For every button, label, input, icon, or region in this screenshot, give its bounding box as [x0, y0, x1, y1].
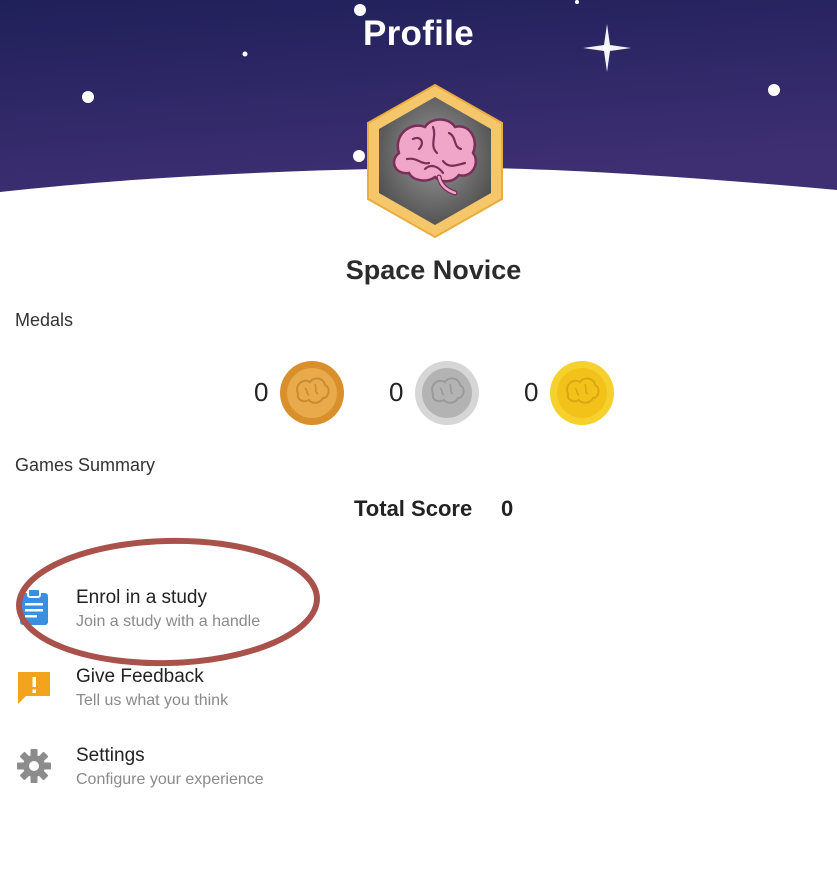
- rank-badge: [367, 83, 503, 239]
- rank-title: Space Novice: [345, 255, 522, 285]
- menu-item-subtitle: Configure your experience: [76, 771, 264, 788]
- total-score-value: 0: [501, 496, 514, 521]
- medals-label: Medals: [15, 310, 74, 330]
- bronze-medal-count: 0: [254, 377, 269, 407]
- clipboard-icon: [20, 588, 48, 625]
- gear-icon: [17, 749, 51, 783]
- page-title: Profile: [362, 14, 474, 53]
- games-summary-label: Games Summary: [15, 455, 156, 475]
- menu-item-give-feedback[interactable]: Give Feedback Tell us what you think: [0, 666, 837, 730]
- total-score-label: Total Score: [354, 496, 473, 521]
- menu-item-subtitle: Tell us what you think: [76, 692, 229, 709]
- gold-medal-count: 0: [524, 377, 539, 407]
- menu-item-title: Settings: [76, 745, 145, 766]
- menu-item-enrol-study[interactable]: Enrol in a study Join a study with a han…: [0, 587, 837, 651]
- silver-medal-icon: [415, 361, 479, 425]
- gold-medal-icon: [550, 361, 614, 425]
- profile-screen: Profile Space Novice Medals 0 0 0 Games …: [0, 0, 837, 886]
- menu-item-title: Enrol in a study: [76, 587, 207, 608]
- menu-item-settings[interactable]: Settings Configure your experience: [0, 745, 837, 809]
- menu-item-subtitle: Join a study with a handle: [76, 613, 261, 630]
- bronze-medal-icon: [280, 361, 344, 425]
- silver-medal-count: 0: [389, 377, 404, 407]
- feedback-icon: [18, 672, 50, 704]
- menu-item-title: Give Feedback: [76, 666, 204, 687]
